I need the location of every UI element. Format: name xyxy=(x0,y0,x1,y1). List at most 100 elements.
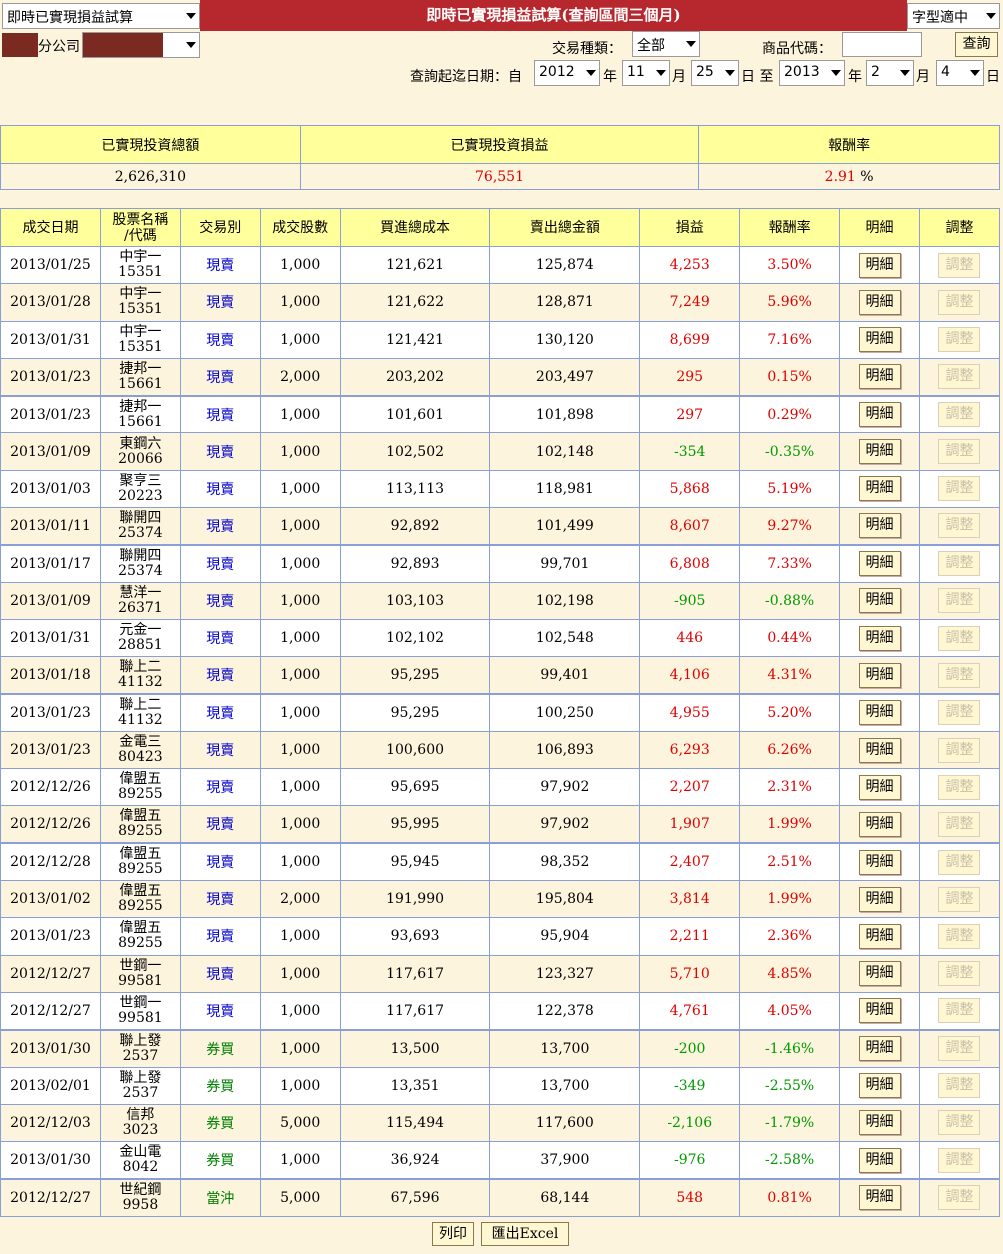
return-rate: 3.50% xyxy=(767,257,812,274)
table-cell: 1,000 xyxy=(259,693,341,732)
table-cell: 7.33% xyxy=(739,543,841,583)
table-cell: 13,700 xyxy=(489,1028,641,1068)
return-rate: 2.51% xyxy=(767,854,812,871)
from-year-select[interactable]: 2012 xyxy=(534,60,600,86)
table-cell: 調整 xyxy=(918,842,1001,882)
table-cell: 中宇一 15351 xyxy=(99,320,181,359)
trade-type: 現賣 xyxy=(206,668,235,685)
detail-button[interactable]: 明細 xyxy=(858,961,901,987)
return-rate: 2.36% xyxy=(767,928,812,945)
function-select[interactable]: 即時已實現損益試算 xyxy=(2,3,200,29)
table-cell: 106,893 xyxy=(489,730,641,770)
sell-amount: 118,981 xyxy=(535,480,594,497)
detail-button[interactable]: 明細 xyxy=(858,625,901,651)
detail-button[interactable]: 明細 xyxy=(858,476,901,502)
adjust-button: 調整 xyxy=(938,439,981,465)
detail-button[interactable]: 明細 xyxy=(858,364,901,390)
product-code-input[interactable] xyxy=(842,32,922,57)
to-month-select[interactable]: 2 xyxy=(866,60,914,86)
adjust-button: 調整 xyxy=(938,289,981,315)
stock-name: 中宇一 xyxy=(119,286,162,303)
from-day-select[interactable]: 25 xyxy=(691,60,739,86)
table-cell: -2.55% xyxy=(739,1066,841,1105)
detail-button[interactable]: 明細 xyxy=(858,774,901,800)
query-button[interactable]: 查詢 xyxy=(955,32,998,57)
detail-button[interactable]: 明細 xyxy=(858,402,901,428)
return-rate: 5.96% xyxy=(767,294,812,311)
trade-type-select[interactable]: 全部 xyxy=(632,31,700,57)
detail-button[interactable]: 明細 xyxy=(858,662,901,688)
table-cell: 8,607 xyxy=(639,507,741,546)
detail-button[interactable]: 明細 xyxy=(858,289,901,315)
table-cell: 125,874 xyxy=(489,245,641,285)
adjust-button: 調整 xyxy=(938,252,981,278)
table-cell: 100,250 xyxy=(489,693,641,732)
table-cell: 調整 xyxy=(918,805,1001,844)
profit-loss: 297 xyxy=(676,406,704,423)
print-button[interactable]: 列印 xyxy=(432,1222,474,1246)
profit-loss: 2,211 xyxy=(669,928,710,945)
table-cell: 明細 xyxy=(839,917,920,956)
to-day-select[interactable]: 4 xyxy=(936,60,984,86)
table-cell: 現賣 xyxy=(179,656,261,695)
table-row: 2013/01/23 捷邦一 15661 現賣 2,000 203,202 203,497 2… xyxy=(0,357,1001,397)
detail-button[interactable]: 明細 xyxy=(858,1073,901,1099)
table-cell: 115,494 xyxy=(339,1103,491,1143)
buy-cost: 36,924 xyxy=(390,1152,440,1169)
stock-name: 偉盟五 xyxy=(119,771,162,788)
from-day-value: 25 xyxy=(696,64,714,80)
table-cell: 1,907 xyxy=(639,805,741,844)
adjust-button: 調整 xyxy=(938,588,981,614)
trade-type: 現賣 xyxy=(206,369,235,386)
stock-name: 聯開四 xyxy=(119,509,162,526)
table-cell: -976 xyxy=(639,1141,741,1180)
table-cell: 調整 xyxy=(918,1177,1001,1217)
detail-button[interactable]: 明細 xyxy=(858,923,901,949)
buy-cost: 121,621 xyxy=(386,257,445,274)
return-rate: 9.27% xyxy=(767,517,812,534)
detail-button[interactable]: 明細 xyxy=(858,700,901,726)
column-header: 賣出總金額 xyxy=(489,208,641,247)
detail-button[interactable]: 明細 xyxy=(858,1110,901,1136)
table-cell: 2013/01/25 xyxy=(0,245,101,285)
font-size-select[interactable]: 字型適中 xyxy=(907,3,1000,29)
stock-code: 2537 xyxy=(122,1084,159,1101)
to-year-select[interactable]: 2013 xyxy=(779,60,845,86)
detail-button[interactable]: 明細 xyxy=(858,886,901,912)
table-cell: 慧洋一 26371 xyxy=(99,581,181,620)
table-cell: 2012/12/27 xyxy=(0,991,101,1031)
detail-button[interactable]: 明細 xyxy=(858,737,901,763)
detail-button[interactable]: 明細 xyxy=(858,811,901,837)
detail-button[interactable]: 明細 xyxy=(858,588,901,614)
detail-button[interactable]: 明細 xyxy=(858,1036,901,1062)
detail-button[interactable]: 明細 xyxy=(858,998,901,1024)
detail-button[interactable]: 明細 xyxy=(858,439,901,465)
buy-cost: 13,351 xyxy=(390,1077,440,1094)
detail-button[interactable]: 明細 xyxy=(858,252,901,278)
adjust-button: 調整 xyxy=(938,774,981,800)
table-cell: 297 xyxy=(639,394,741,434)
table-cell: 明細 xyxy=(839,283,920,322)
stock-code: 89255 xyxy=(118,898,163,915)
table-cell: 明細 xyxy=(839,656,920,695)
table-cell: 1,000 xyxy=(259,581,341,620)
detail-button[interactable]: 明細 xyxy=(858,849,901,875)
table-cell: 1,000 xyxy=(259,842,341,882)
export-excel-button[interactable]: 匯出Excel xyxy=(481,1222,569,1246)
buy-cost: 121,622 xyxy=(386,294,445,311)
table-cell: -0.35% xyxy=(739,432,841,471)
trade-type: 現賣 xyxy=(206,1003,235,1020)
table-cell: 191,990 xyxy=(339,880,491,919)
product-code-label: 商品代碼： xyxy=(762,41,832,57)
from-month-select[interactable]: 11 xyxy=(622,60,670,86)
detail-button[interactable]: 明細 xyxy=(858,1185,901,1211)
table-cell: 2013/01/23 xyxy=(0,357,101,397)
detail-button[interactable]: 明細 xyxy=(858,513,901,539)
table-cell: 36,924 xyxy=(339,1141,491,1180)
table-cell: 明細 xyxy=(839,1028,920,1068)
detail-button[interactable]: 明細 xyxy=(858,327,901,353)
year-unit: 年 xyxy=(848,69,862,85)
detail-button[interactable]: 明細 xyxy=(858,551,901,577)
detail-button[interactable]: 明細 xyxy=(858,1147,901,1173)
profit-loss: -349 xyxy=(674,1077,706,1094)
